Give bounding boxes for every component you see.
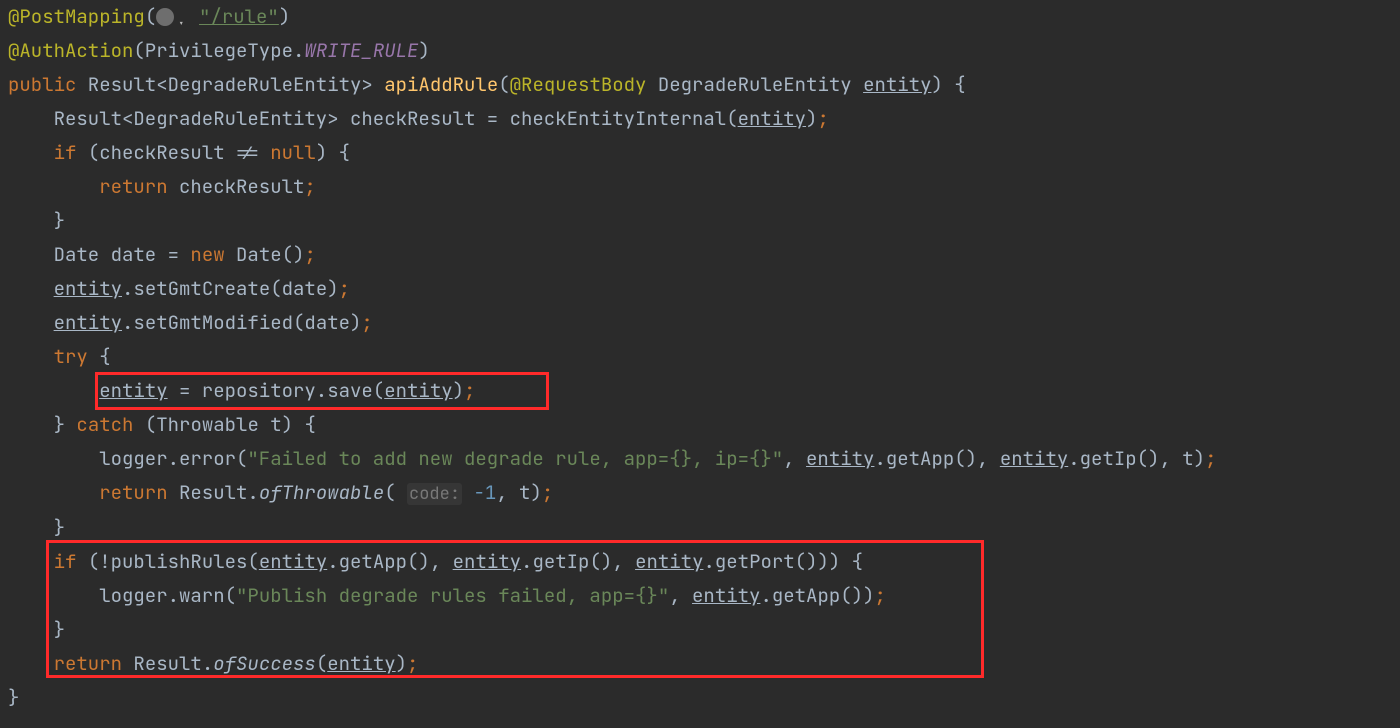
line-logger-error: logger.error("Failed to add new degrade … [8, 446, 1216, 471]
line-brace-close-3: } [8, 617, 65, 642]
line-set-gmt-modified: entity.setGmtModified(date); [8, 310, 373, 335]
line-brace-close-final: } [8, 685, 19, 710]
line-set-gmt-create: entity.setGmtCreate(date); [8, 276, 350, 301]
code-editor[interactable]: @PostMapping( "/rule") @AuthAction(Privi… [0, 0, 1400, 728]
line-annotation-postmapping: @PostMapping( "/rule") [8, 4, 290, 29]
line-try: try { [8, 344, 111, 369]
annotation-requestbody: @RequestBody [510, 72, 647, 97]
line-annotation-authaction: @AuthAction(PrivilegeType.WRITE_RULE) [8, 38, 430, 63]
inlay-hint-code: code: [407, 483, 462, 505]
globe-icon [156, 8, 174, 26]
line-logger-warn: logger.warn("Publish degrade rules faile… [8, 583, 886, 608]
annotation-postmapping: @PostMapping [8, 4, 145, 29]
param-entity: entity [863, 72, 931, 97]
line-repository-save: entity = repository.save(entity); [8, 378, 475, 403]
line-return-throwable: return Result.ofThrowable( code: -1, t); [8, 480, 553, 505]
line-if-null: if (checkResult != null) { [8, 140, 350, 165]
line-if-publish: if (!publishRules(entity.getApp(), entit… [8, 549, 863, 574]
line-brace-close-2: } [8, 515, 65, 540]
url-path-string: "/rule" [199, 4, 279, 29]
line-brace-close-1: } [8, 208, 65, 233]
enum-write-rule: WRITE_RULE [304, 38, 418, 63]
line-catch: } catch (Throwable t) { [8, 412, 316, 437]
method-name-apiAddRule: apiAddRule [384, 72, 498, 97]
line-return-checkresult: return checkResult; [8, 174, 316, 199]
line-return-success: return Result.ofSuccess(entity); [8, 651, 418, 676]
line-checkresult: Result<DegradeRuleEntity> checkResult = … [8, 106, 829, 131]
line-new-date: Date date = new Date(); [8, 242, 316, 267]
line-method-signature: public Result<DegradeRuleEntity> apiAddR… [8, 72, 966, 97]
annotation-authaction: @AuthAction [8, 38, 133, 63]
